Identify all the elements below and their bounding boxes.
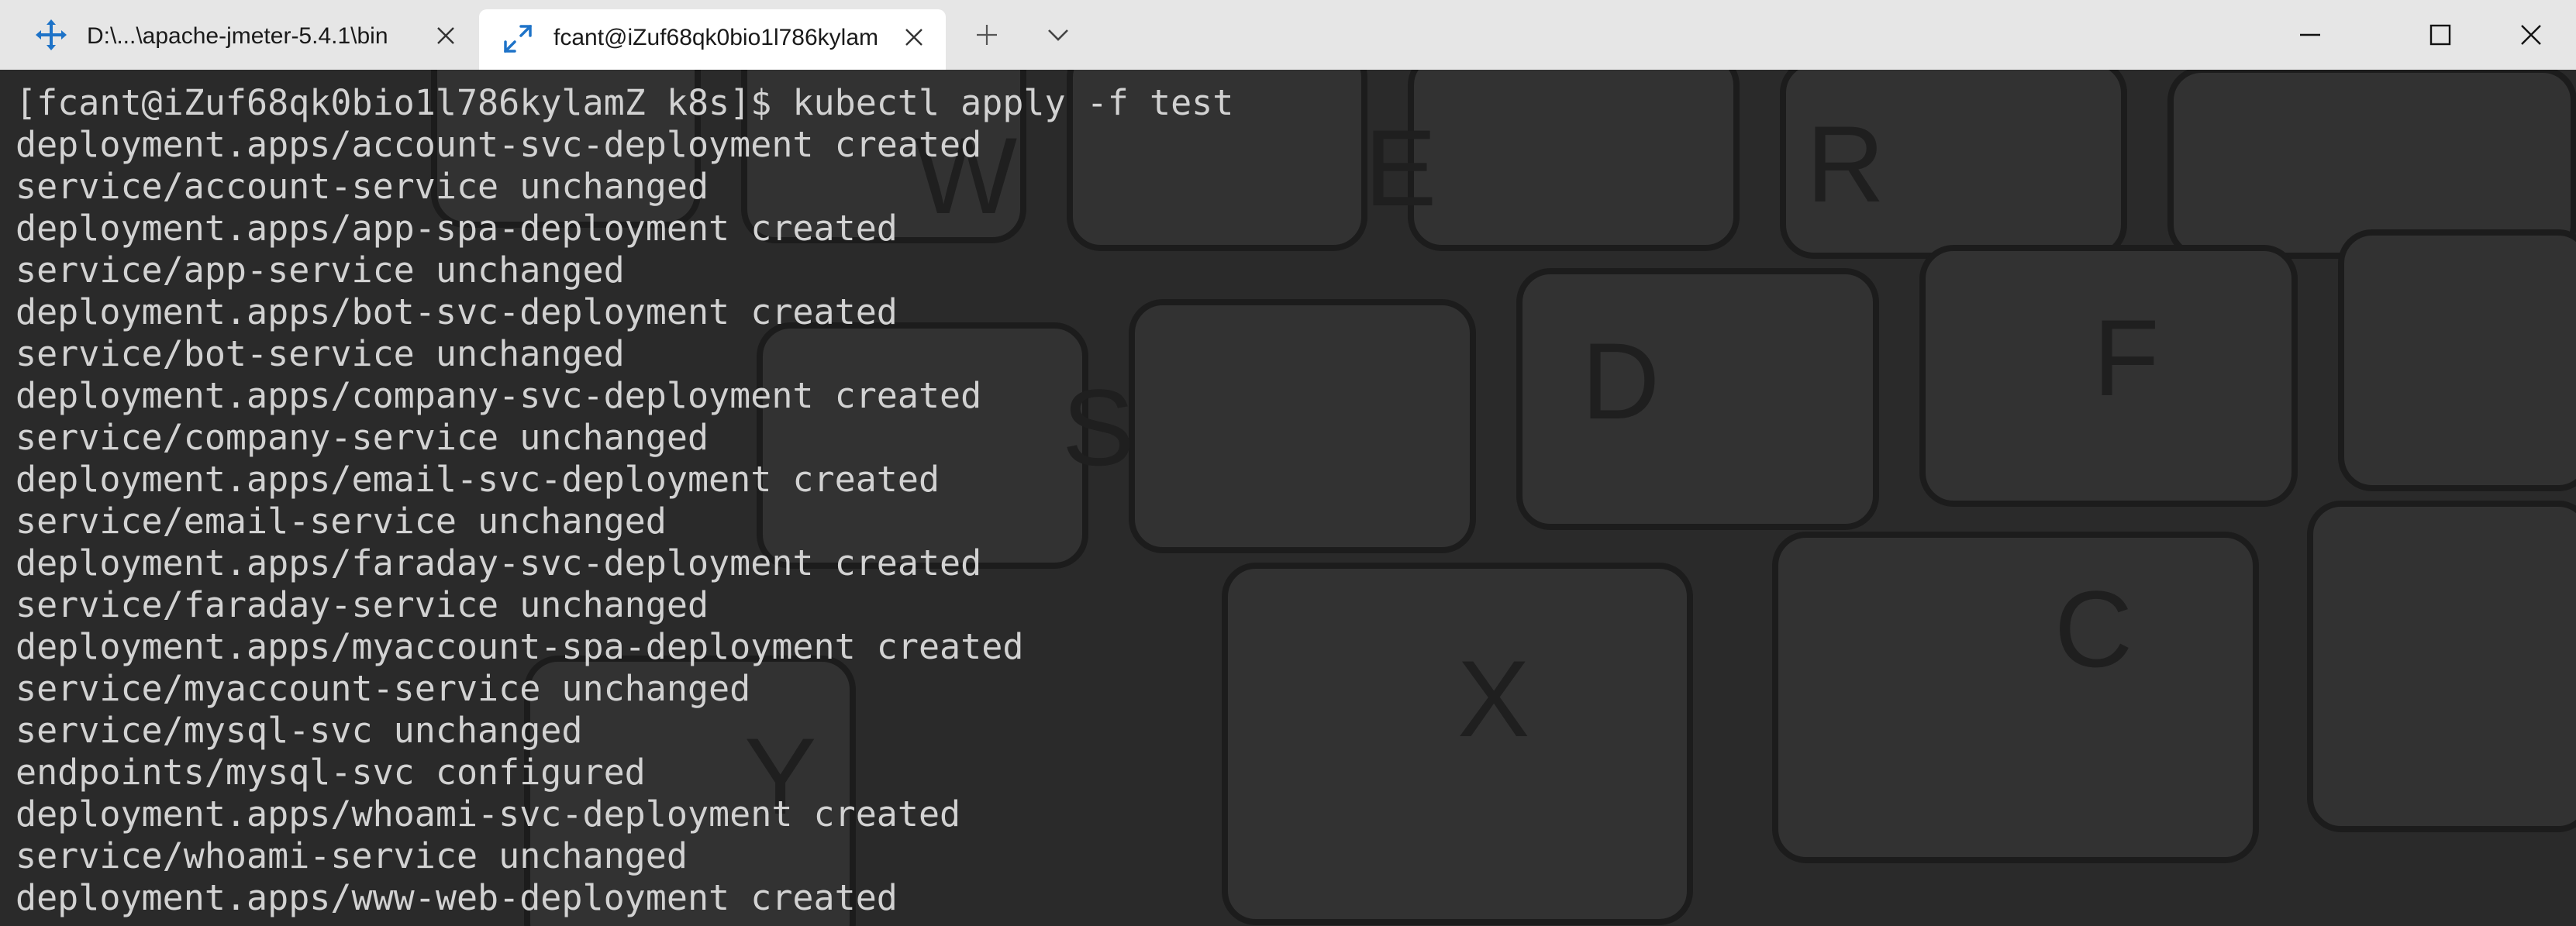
- svg-text:E: E: [1364, 107, 1436, 229]
- minimize-button[interactable]: [2265, 0, 2355, 70]
- terminal-output-line: service/account-service unchanged: [16, 166, 709, 207]
- tab-title: D:\...\apache-jmeter-5.4.1\bin: [87, 23, 388, 49]
- maximize-icon: [2429, 24, 2451, 46]
- tab-ssh-session[interactable]: fcant@iZuf68qk0bio1l786kylam: [479, 9, 946, 70]
- tab-title: fcant@iZuf68qk0bio1l786kylam: [553, 25, 879, 50]
- terminal-output-line: deployment.apps/www-web-deployment creat…: [16, 877, 898, 918]
- terminal-output-line: deployment.apps/account-svc-deployment c…: [16, 124, 982, 165]
- minimize-icon: [2300, 33, 2320, 36]
- terminal-output-line: endpoints/mysql-svc configured: [16, 752, 646, 793]
- tab-jmeter-bin[interactable]: D:\...\apache-jmeter-5.4.1\bin: [0, 0, 478, 70]
- plus-icon[interactable]: [975, 23, 998, 46]
- cmd-move-icon: [36, 19, 67, 50]
- svg-text:R: R: [1806, 103, 1885, 225]
- terminal-output-line: service/email-service unchanged: [16, 501, 667, 542]
- terminal-output: [fcant@iZuf68qk0bio1l786kylamZ k8s]$ kub…: [16, 82, 1233, 919]
- svg-text:D: D: [1581, 320, 1660, 442]
- close-tab-icon[interactable]: [904, 27, 924, 47]
- terminal-output-line: deployment.apps/whoami-svc-deployment cr…: [16, 793, 961, 835]
- terminal-output-line: deployment.apps/email-svc-deployment cre…: [16, 459, 940, 500]
- terminal-output-line: service/company-service unchanged: [16, 417, 709, 458]
- terminal-output-line: service/faraday-service unchanged: [16, 584, 709, 625]
- svg-text:C: C: [2054, 568, 2133, 690]
- svg-text:X: X: [1457, 638, 1529, 759]
- close-tab-icon[interactable]: [436, 26, 456, 46]
- terminal-output-line: deployment.apps/company-svc-deployment c…: [16, 375, 982, 416]
- close-icon: [2521, 25, 2541, 45]
- maximize-button[interactable]: [2395, 0, 2485, 70]
- terminal-output-line: deployment.apps/faraday-svc-deployment c…: [16, 542, 982, 583]
- terminal-command-line: [fcant@iZuf68qk0bio1l786kylamZ k8s]$ kub…: [16, 82, 1234, 123]
- title-bar: D:\...\apache-jmeter-5.4.1\bin fcant@iZu…: [0, 0, 2576, 70]
- terminal-output-line: deployment.apps/app-spa-deployment creat…: [16, 208, 898, 249]
- terminal-output-line: service/whoami-service unchanged: [16, 835, 688, 876]
- expand-arrows-icon: [504, 25, 532, 53]
- terminal-output-line: service/mysql-svc unchanged: [16, 710, 583, 751]
- terminal-output-line: deployment.apps/bot-svc-deployment creat…: [16, 291, 898, 332]
- terminal-output-line: service/app-service unchanged: [16, 250, 625, 291]
- terminal-output-line: service/myaccount-service unchanged: [16, 668, 751, 709]
- chevron-down-icon[interactable]: [1047, 26, 1070, 44]
- close-window-button[interactable]: [2486, 0, 2576, 70]
- svg-text:F: F: [2093, 297, 2160, 418]
- terminal-output-line: service/bot-service unchanged: [16, 333, 625, 374]
- terminal-pane[interactable]: W E R S D F Y X C [fcant@iZuf68qk0bio1l7…: [0, 70, 2576, 926]
- terminal-output-line: deployment.apps/myaccount-spa-deployment…: [16, 626, 1024, 667]
